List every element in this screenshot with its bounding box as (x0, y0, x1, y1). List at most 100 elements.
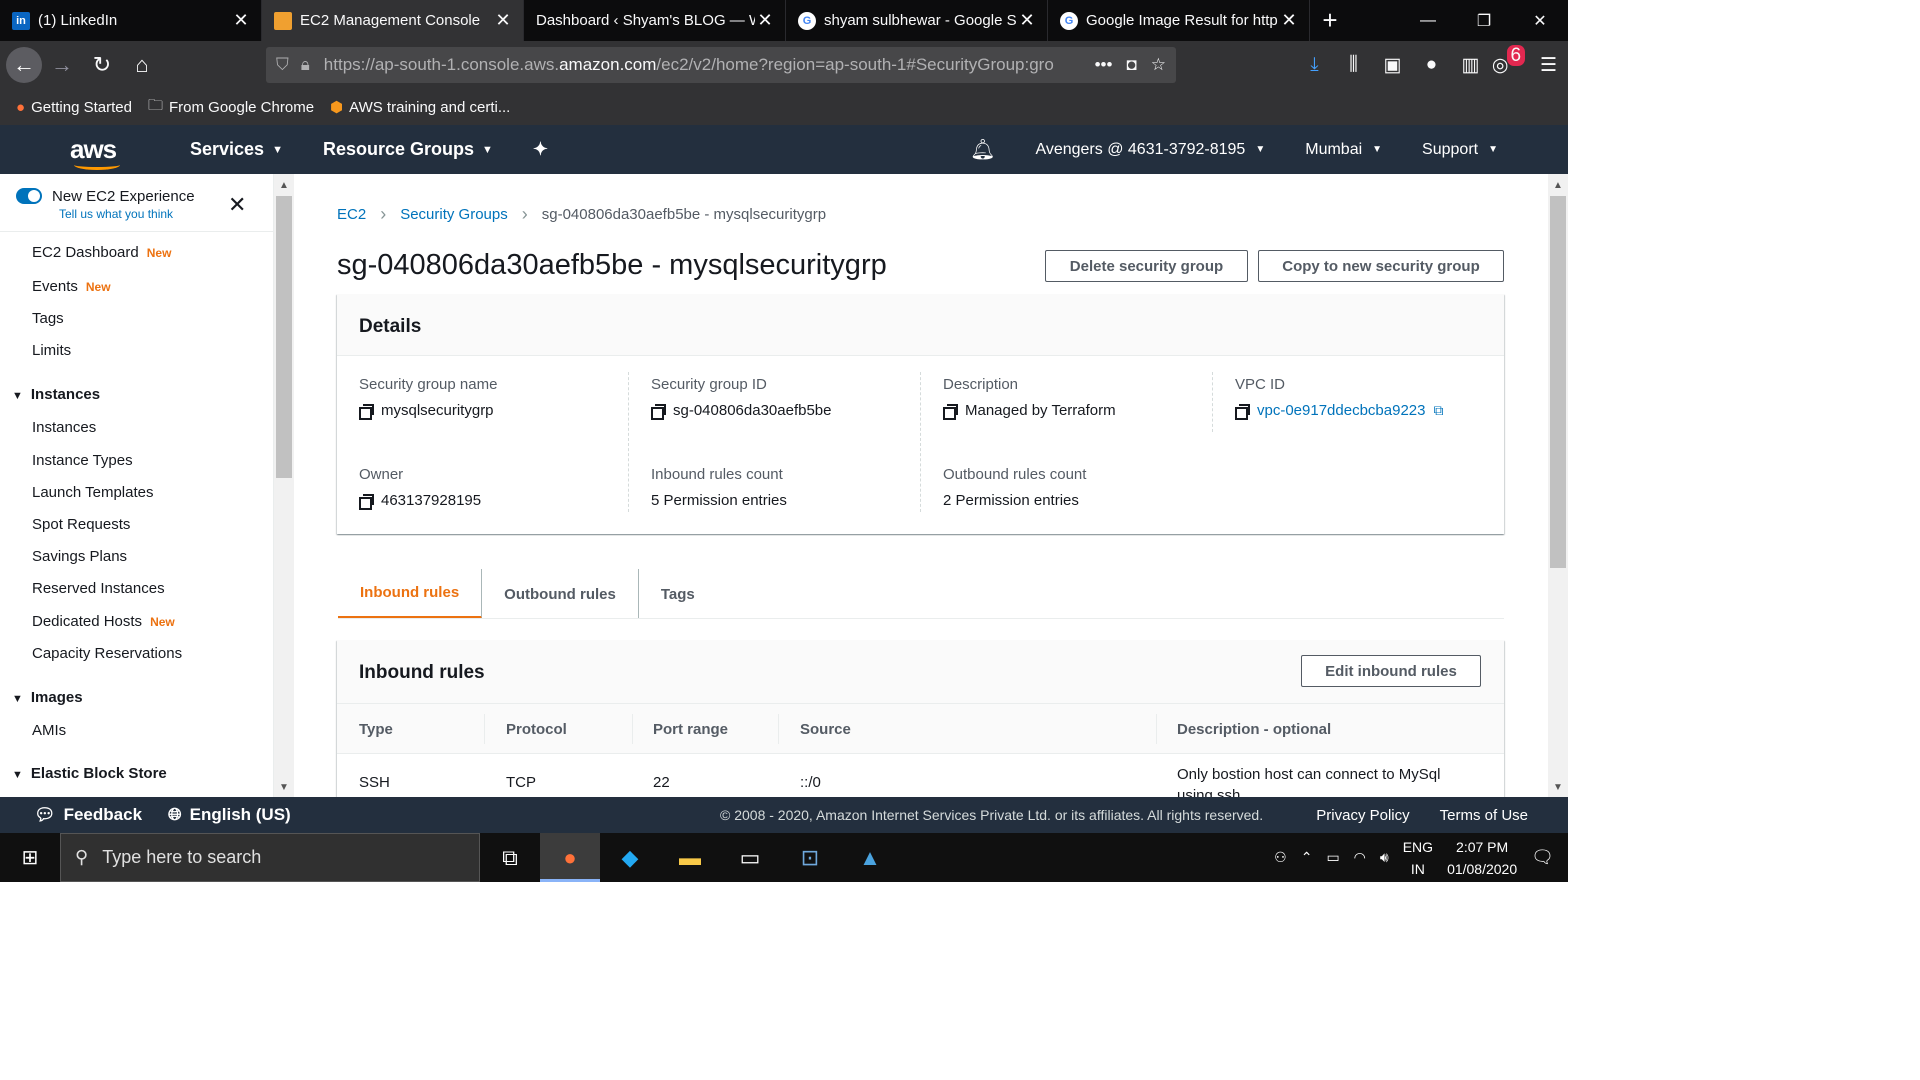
account-icon[interactable]: ● (1412, 54, 1451, 76)
privacy-policy-link[interactable]: Privacy Policy (1316, 807, 1409, 824)
scroll-up-icon[interactable]: ▲ (274, 180, 294, 191)
bookmark-from-google-chrome[interactable]: 🗀 From Google Chrome (148, 95, 314, 120)
feedback-link[interactable]: Tell us what you think (59, 207, 173, 221)
resource-groups-menu[interactable]: Resource Groups ▼ (323, 139, 493, 160)
sidebar-item-events[interactable]: Events New (32, 278, 111, 295)
edit-inbound-rules-button[interactable]: Edit inbound rules (1301, 655, 1481, 687)
terms-of-use-link[interactable]: Terms of Use (1440, 807, 1528, 824)
sidebar-item-launch-templates[interactable]: Launch Templates (32, 484, 153, 501)
language-selector[interactable]: 🌐︎ English (US) (168, 805, 291, 825)
firefox-icon[interactable]: ● (540, 833, 600, 882)
sidebar-item-limits[interactable]: Limits (32, 342, 71, 359)
library-icon[interactable]: ⫼ (1334, 54, 1373, 76)
network-app-icon[interactable]: ⊡ (780, 833, 840, 882)
copy-icon[interactable] (651, 403, 666, 420)
scrollbar-thumb[interactable] (1550, 196, 1566, 568)
new-tab-button[interactable]: + (1310, 0, 1350, 41)
column-header-source[interactable]: Source (800, 721, 851, 738)
forward-arrow-icon[interactable]: → (42, 45, 82, 85)
file-explorer-icon[interactable]: ▬ (660, 833, 720, 882)
copy-icon[interactable] (359, 493, 374, 510)
terminal-icon[interactable]: ▭ (720, 833, 780, 882)
page-scrollbar[interactable]: ▲ ▼ (1548, 174, 1568, 797)
close-tab-icon[interactable]: ✕ (1017, 10, 1037, 31)
back-arrow-icon[interactable]: ← (6, 47, 42, 83)
bookmark-getting-started[interactable]: ● Getting Started (16, 99, 132, 116)
windows-start-icon[interactable]: ⊞ (0, 833, 60, 882)
clock[interactable]: 2:07 PM 01/08/2020 (1447, 836, 1517, 880)
pin-icon[interactable]: ✦ (533, 139, 548, 160)
scroll-up-icon[interactable]: ▲ (1548, 180, 1568, 191)
support-menu[interactable]: Support ▼ (1422, 141, 1498, 159)
feedback-button[interactable]: 💬︎ Feedback (34, 805, 142, 825)
extension-icon[interactable]: ▥ (1451, 54, 1490, 77)
addon-icon[interactable]: ◎ 6 (1490, 44, 1529, 77)
column-header-port-range[interactable]: Port range (653, 721, 728, 738)
bookmark-star-icon[interactable]: ☆ (1151, 55, 1166, 75)
volume-icon[interactable]: 🔊︎ (1380, 849, 1389, 866)
copy-to-new-security-group-button[interactable]: Copy to new security group (1258, 250, 1504, 282)
home-icon[interactable]: ⌂ (122, 45, 162, 85)
bell-icon[interactable]: 🔔︎ (970, 137, 995, 162)
page-actions-icon[interactable]: ••• (1095, 55, 1113, 75)
taskbar-search-box[interactable]: ⚲ Type here to search (60, 833, 480, 882)
browser-tab-google-search[interactable]: G shyam sulbhewar - Google Se ✕ (786, 0, 1048, 41)
breadcrumb-security-groups[interactable]: Security Groups (400, 206, 508, 223)
sidebar-item-tags[interactable]: Tags (32, 310, 64, 327)
external-link-icon[interactable]: ⧉ (1433, 402, 1443, 419)
lock-icon[interactable]: 🔒︎ (301, 55, 310, 75)
aws-logo[interactable]: aws (70, 134, 170, 170)
sidebar-item-spot-requests[interactable]: Spot Requests (32, 516, 130, 533)
vscode-icon[interactable]: ◆ (600, 833, 660, 882)
tab-inbound-rules[interactable]: Inbound rules (338, 569, 483, 619)
input-language[interactable]: ENG IN (1403, 836, 1433, 880)
scroll-down-icon[interactable]: ▼ (1548, 782, 1568, 793)
close-tab-icon[interactable]: ✕ (755, 10, 775, 31)
shield-icon[interactable]: ⛉ (276, 55, 289, 75)
breadcrumb-ec2[interactable]: EC2 (337, 206, 366, 223)
sidebar-section-elastic-block-store[interactable]: ▼ Elastic Block Store (12, 765, 167, 782)
people-icon[interactable]: ⚇ (1274, 849, 1287, 866)
reload-icon[interactable]: ↻ (82, 45, 122, 85)
region-menu[interactable]: Mumbai ▼ (1305, 141, 1382, 159)
sidebar-item-instances[interactable]: Instances (32, 419, 96, 436)
column-header-type[interactable]: Type (359, 721, 393, 738)
account-menu[interactable]: Avengers @ 4631-3792-8195 ▼ (1035, 141, 1265, 159)
delete-security-group-button[interactable]: Delete security group (1045, 250, 1248, 282)
restore-icon[interactable]: ❐ (1456, 0, 1512, 41)
scrollbar-thumb[interactable] (276, 196, 292, 478)
chevron-up-icon[interactable]: ⌃ (1301, 849, 1313, 866)
sidebar-section-instances[interactable]: ▼ Instances (12, 386, 100, 403)
sidebar-section-images[interactable]: ▼ Images (12, 689, 83, 706)
notification-center-icon[interactable]: 🗨︎ (1531, 847, 1554, 868)
column-header-protocol[interactable]: Protocol (506, 721, 567, 738)
close-icon[interactable]: ✕ (228, 192, 246, 218)
copy-icon[interactable] (1235, 403, 1250, 420)
minimize-icon[interactable]: — (1400, 0, 1456, 41)
photos-icon[interactable]: ▲ (840, 833, 900, 882)
battery-icon[interactable]: ▭ (1326, 849, 1339, 866)
task-view-icon[interactable]: ⧉ (480, 833, 540, 882)
close-tab-icon[interactable]: ✕ (231, 10, 251, 31)
sidebar-scrollbar[interactable]: ▲ ▼ (274, 174, 294, 797)
new-experience-toggle[interactable] (16, 188, 42, 204)
sidebar-item-ec2-dashboard[interactable]: EC2 Dashboard New (32, 244, 171, 261)
browser-tab-linkedin[interactable]: in (1) LinkedIn ✕ (0, 0, 262, 41)
close-window-icon[interactable]: ✕ (1512, 0, 1568, 41)
browser-tab-blog[interactable]: Dashboard ‹ Shyam's BLOG — W ✕ (524, 0, 786, 41)
pocket-icon[interactable]: ◘ (1126, 55, 1136, 75)
wifi-icon[interactable]: ◠ (1354, 849, 1366, 866)
services-menu[interactable]: Services ▼ (190, 139, 283, 160)
copy-icon[interactable] (359, 403, 374, 420)
tab-outbound-rules[interactable]: Outbound rules (482, 569, 639, 619)
sidebar-item-instance-types[interactable]: Instance Types (32, 452, 133, 469)
browser-tab-ec2[interactable]: EC2 Management Console ✕ (262, 0, 524, 41)
address-bar[interactable]: ⛉ 🔒︎ https://ap-south-1.console.aws.amaz… (266, 47, 1176, 83)
tab-tags[interactable]: Tags (639, 569, 717, 619)
close-tab-icon[interactable]: ✕ (493, 10, 513, 31)
menu-icon[interactable]: ☰ (1529, 54, 1568, 77)
sidebar-item-amis[interactable]: AMIs (32, 722, 66, 739)
sidebar-item-reserved-instances[interactable]: Reserved Instances (32, 580, 165, 597)
url-text[interactable]: https://ap-south-1.console.aws.amazon.co… (324, 55, 1087, 75)
copy-icon[interactable] (943, 403, 958, 420)
